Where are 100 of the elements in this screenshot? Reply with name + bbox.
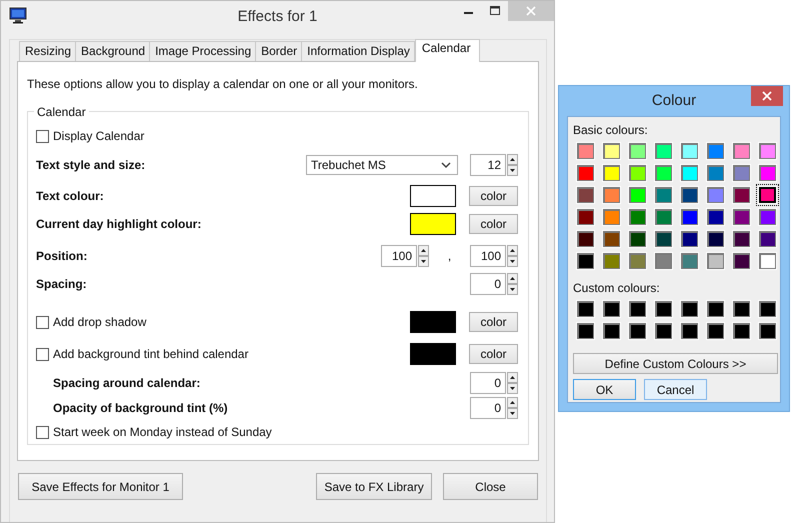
checkbox[interactable] [36,426,49,438]
colour-cell[interactable] [577,301,594,317]
tab[interactable]: Calendar [414,39,480,62]
colour-cell[interactable] [707,323,724,339]
colour-cell[interactable] [681,253,698,269]
colour-cell[interactable] [707,231,724,247]
colour-cell[interactable] [681,187,698,203]
colour-cell[interactable] [629,231,646,247]
colour-cell[interactable] [733,209,750,225]
colour-cell[interactable] [759,209,776,225]
colour-cell[interactable] [707,209,724,225]
color-button[interactable]: color [469,312,518,332]
colour-cell[interactable] [629,209,646,225]
number-spinbox[interactable]: 0 [470,372,506,394]
colour-cell[interactable] [603,209,620,225]
colour-cell[interactable] [603,253,620,269]
colour-cell[interactable] [577,187,594,203]
colour-cell[interactable] [629,165,646,181]
y-spinbox[interactable]: 100 [470,245,506,267]
colour-cell[interactable] [681,301,698,317]
colour-cell[interactable] [759,231,776,247]
colour-cell[interactable] [603,323,620,339]
colour-cell[interactable] [759,143,776,159]
spin-arrows-icon[interactable] [507,273,518,295]
colour-cell[interactable] [577,231,594,247]
colour-cell[interactable] [733,323,750,339]
color-button[interactable]: color [469,214,518,234]
save-effects-button[interactable]: Save Effects for Monitor 1 [18,473,183,500]
colour-cell[interactable] [629,301,646,317]
colour-cell[interactable] [681,165,698,181]
colour-cell[interactable] [603,187,620,203]
colour-cell[interactable] [603,143,620,159]
color-button[interactable]: color [469,186,518,206]
colour-cell[interactable] [733,253,750,269]
colour-cell[interactable] [577,253,594,269]
colour-cell[interactable] [603,231,620,247]
colour-cell[interactable] [629,253,646,269]
field-label: Position: [36,249,88,263]
colour-cell[interactable] [759,301,776,317]
colour-cell[interactable] [733,143,750,159]
spin-arrows-icon[interactable] [507,154,518,176]
colour-cell[interactable] [577,143,594,159]
colour-cell[interactable] [707,165,724,181]
ok-button[interactable]: OK [573,379,636,400]
dialog-button[interactable]: Save to FX Library [316,473,432,500]
colour-cell[interactable] [629,187,646,203]
colour-cell[interactable] [681,231,698,247]
checkbox[interactable] [36,348,49,360]
spin-arrows-icon[interactable] [507,396,518,418]
colour-cell[interactable] [733,231,750,247]
colour-cell[interactable] [577,165,594,181]
colour-cell[interactable] [681,143,698,159]
colour-cell[interactable] [655,231,672,247]
colour-cell[interactable] [733,187,750,203]
colour-cell[interactable] [603,165,620,181]
colour-cell[interactable] [707,253,724,269]
cancel-button[interactable]: Cancel [644,379,707,400]
close-icon[interactable] [751,86,783,106]
checkbox-label: Display Calendar [53,129,144,143]
define-custom-colours-button[interactable]: Define Custom Colours >> [573,353,778,374]
colour-cell[interactable] [655,253,672,269]
colour-cell[interactable] [603,301,620,317]
colour-cell[interactable] [759,165,776,181]
colour-cell[interactable] [707,187,724,203]
colour-cell[interactable] [629,143,646,159]
colour-cell[interactable] [629,323,646,339]
colour-cell[interactable] [707,301,724,317]
chevron-down-icon [441,162,451,168]
colour-cell[interactable] [707,143,724,159]
number-spinbox[interactable]: 0 [470,273,506,295]
checkbox[interactable] [36,316,49,328]
tab[interactable]: Resizing [19,41,76,61]
spin-arrows-icon[interactable] [507,245,518,267]
field-label: Spacing around calendar: [53,376,200,390]
font-dropdown[interactable]: Trebuchet MS [306,155,458,175]
colour-cell[interactable] [655,301,672,317]
spin-arrows-icon[interactable] [507,372,518,394]
colour-cell[interactable] [733,301,750,317]
spin-arrows-icon[interactable] [418,245,429,267]
color-button[interactable]: color [469,344,518,364]
colour-cell[interactable] [577,209,594,225]
colour-cell[interactable] [655,165,672,181]
colour-cell[interactable] [759,253,776,269]
colour-cell[interactable] [655,323,672,339]
colour-cell[interactable] [681,209,698,225]
tab[interactable]: Information Display [301,41,415,61]
dialog-button[interactable]: Close [443,473,538,500]
colour-cell[interactable] [655,143,672,159]
colour-cell[interactable] [655,187,672,203]
colour-cell[interactable] [681,323,698,339]
checkbox[interactable] [36,130,49,142]
colour-cell[interactable] [759,323,776,339]
colour-cell[interactable] [577,323,594,339]
size-spinbox[interactable]: 12 [470,154,506,176]
colour-cell[interactable] [759,187,776,203]
number-spinbox[interactable]: 0 [470,396,506,418]
colour-cell[interactable] [733,165,750,181]
colour-cell[interactable] [655,209,672,225]
checkbox-label: Add drop shadow [53,315,146,329]
x-spinbox[interactable]: 100 [381,245,417,267]
